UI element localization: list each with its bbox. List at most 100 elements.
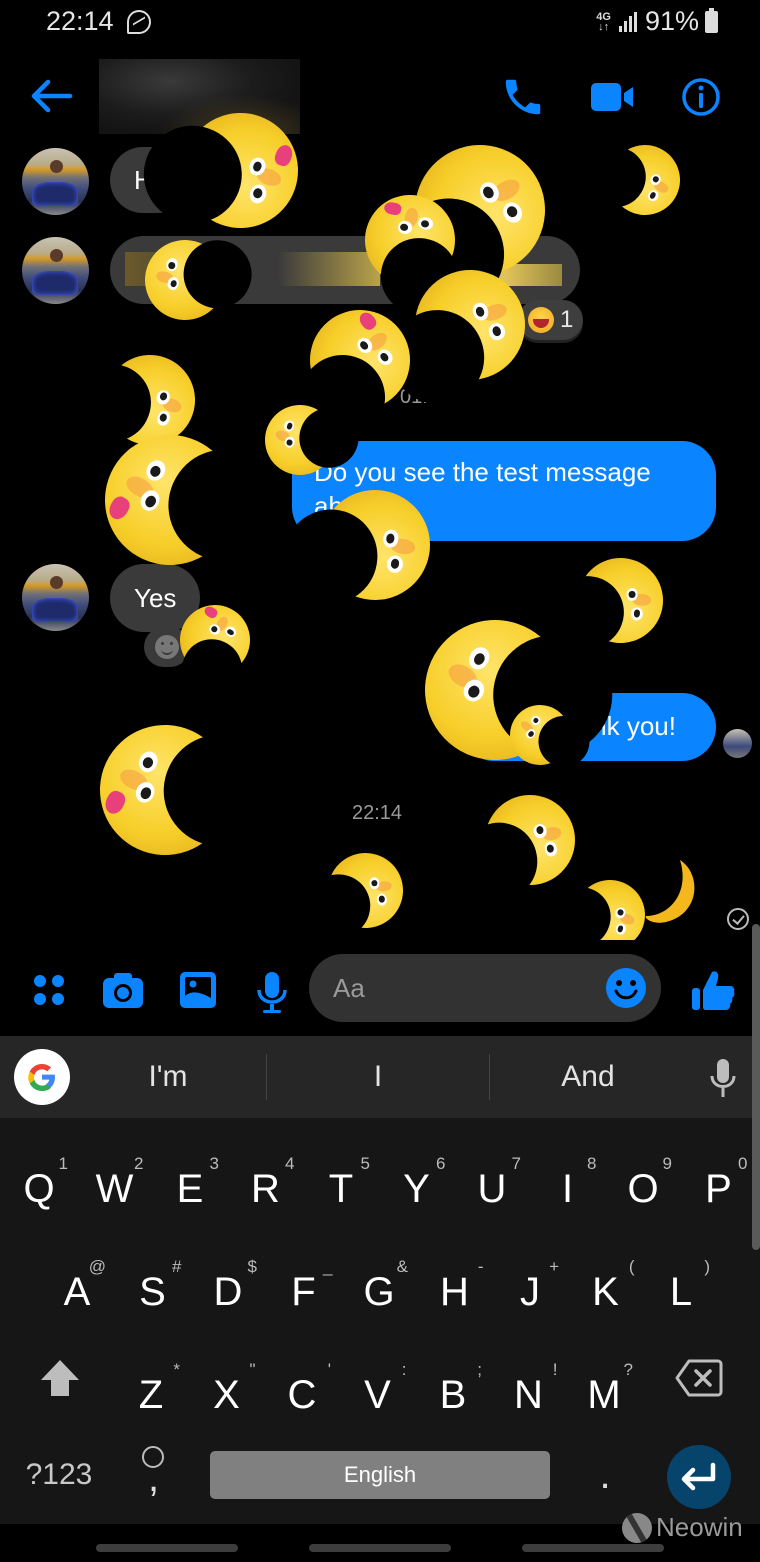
key-s[interactable]: S # (118, 1241, 188, 1337)
comma-emoji-key[interactable]: , (120, 1436, 190, 1514)
suggestion-1[interactable]: I'm (70, 1036, 266, 1118)
more-actions-button[interactable] (30, 970, 70, 1010)
back-button[interactable] (28, 78, 74, 114)
key-u[interactable]: U7 (457, 1138, 527, 1234)
key-y[interactable]: Y6 (382, 1138, 452, 1234)
microphone-icon (710, 1059, 736, 1097)
key-w[interactable]: W2 (80, 1138, 150, 1234)
key-t[interactable]: T5 (306, 1138, 376, 1234)
sent-check-icon (727, 908, 749, 930)
key-label: V (364, 1372, 391, 1417)
conversation-info-button[interactable] (678, 74, 724, 120)
key-l[interactable]: L) (646, 1241, 716, 1337)
symbols-key[interactable]: ?123 (14, 1436, 104, 1514)
suggestion-2[interactable]: I (267, 1036, 489, 1118)
gboard-keyboard: I'm I And Q 1 W 2 E 3 R 4 T 5 Y 6 U 7 I 8 O 9 P 0 A @ S # D $ F _ G &… (0, 1036, 760, 1524)
key-n[interactable]: N! (494, 1344, 564, 1440)
key-f[interactable]: F _ (269, 1241, 339, 1337)
key-hint: 7 (511, 1154, 521, 1173)
key-label: Z (138, 1372, 164, 1417)
key-p[interactable]: P0 (684, 1138, 754, 1234)
key-x[interactable]: X " (192, 1344, 262, 1440)
voice-typing-button[interactable] (708, 1058, 738, 1098)
key-c[interactable]: C ' (267, 1344, 337, 1440)
key-hint: 9 (662, 1154, 672, 1173)
outgoing-message[interactable]: thank you! (460, 693, 716, 761)
key-label: N (514, 1372, 543, 1417)
emoji-button[interactable] (605, 967, 647, 1009)
key-hint: 5 (360, 1154, 370, 1173)
key-label: F (291, 1269, 316, 1314)
camera-button[interactable] (101, 970, 143, 1010)
key-h[interactable]: H- (420, 1241, 490, 1337)
grinning-squinting-face-icon (528, 307, 554, 333)
key-v[interactable]: V: (343, 1344, 413, 1440)
backspace-icon (675, 1359, 723, 1397)
key-label: U (477, 1166, 507, 1211)
enter-key[interactable] (667, 1445, 731, 1509)
key-a[interactable]: A @ (42, 1241, 112, 1337)
key-d[interactable]: D $ (193, 1241, 263, 1337)
send-like-button[interactable] (690, 968, 736, 1014)
google-g-icon (28, 1064, 55, 1091)
incoming-message[interactable]: Yes (110, 564, 201, 632)
sent-moon-emoji[interactable] (640, 856, 712, 928)
enter-arrow-icon (681, 1462, 716, 1491)
key-label: C (287, 1372, 317, 1417)
message-list[interactable]: Ha [redacted message] 1 01:… Do you see … (0, 140, 760, 940)
key-hint: 4 (285, 1154, 295, 1173)
key-k[interactable]: K( (571, 1241, 641, 1337)
contact-avatar[interactable] (22, 564, 89, 631)
key-j[interactable]: J + (495, 1241, 565, 1337)
key-g[interactable]: G & (344, 1241, 414, 1337)
video-call-button[interactable] (588, 74, 634, 120)
key-m[interactable]: M? (569, 1344, 639, 1440)
key-label: W (95, 1166, 134, 1211)
key-hint: 3 (209, 1154, 219, 1173)
suggestion-3[interactable]: And (490, 1036, 686, 1118)
nav-back-button[interactable] (522, 1544, 664, 1552)
phone-icon (505, 79, 541, 115)
key-i[interactable]: I8 (533, 1138, 603, 1234)
google-button[interactable] (14, 1049, 70, 1105)
key-hint: # (172, 1257, 182, 1276)
key-r[interactable]: R4 (231, 1138, 301, 1234)
key-b[interactable]: B; (418, 1344, 488, 1440)
key-label: K (592, 1269, 619, 1314)
key-hint: @ (88, 1257, 106, 1276)
key-o[interactable]: O9 (608, 1138, 678, 1234)
shift-key[interactable] (38, 1356, 82, 1400)
voice-message-button[interactable] (252, 970, 292, 1013)
incoming-message[interactable]: Ha (110, 147, 192, 213)
microphone-icon (257, 972, 287, 1013)
backspace-key[interactable] (674, 1358, 724, 1398)
gallery-button[interactable] (178, 970, 218, 1010)
seen-by-avatar (723, 729, 752, 758)
redacted-text-blur (125, 252, 380, 286)
add-reaction-button[interactable] (144, 627, 190, 667)
key-label: G (363, 1269, 395, 1314)
key-label: M (587, 1372, 621, 1417)
key-q[interactable]: Q1 (4, 1138, 74, 1234)
contact-avatar[interactable] (22, 148, 89, 215)
contact-avatar[interactable] (22, 237, 89, 304)
space-bar[interactable]: English (210, 1451, 550, 1499)
key-z[interactable]: Z * (116, 1344, 186, 1440)
contact-name-redacted[interactable]: [redacted] (99, 59, 300, 134)
key-e[interactable]: E3 (155, 1138, 225, 1234)
nav-home-button[interactable] (309, 1544, 451, 1552)
key-hint: - (477, 1257, 484, 1276)
watermark: Neowin (622, 1512, 743, 1543)
voice-call-button[interactable] (500, 74, 546, 120)
period-key[interactable]: . (570, 1436, 640, 1514)
network-4g-icon: 4G ↓↑ (596, 10, 611, 33)
key-label: R (251, 1166, 280, 1211)
thumbs-up-icon (692, 971, 735, 1010)
scrollbar[interactable] (752, 924, 760, 1250)
key-hint: & (396, 1257, 408, 1276)
message-reaction[interactable]: 1 (518, 300, 584, 340)
key-label: I (561, 1166, 574, 1211)
nav-recents-button[interactable] (96, 1544, 238, 1552)
outgoing-message[interactable]: Do you see the test message above? (292, 441, 716, 541)
key-label: A (63, 1269, 91, 1314)
